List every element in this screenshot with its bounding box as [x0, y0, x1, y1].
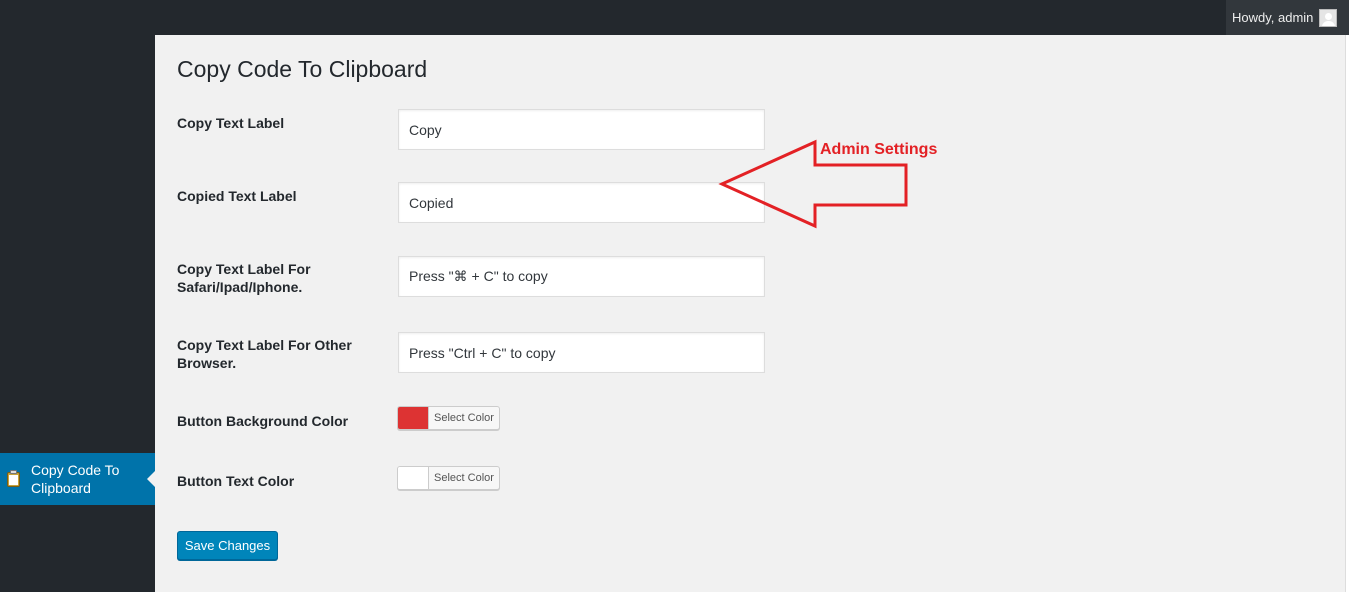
safari-label-input[interactable]	[398, 256, 765, 297]
sidebar-item-label: Copy Code To Clipboard	[31, 462, 120, 496]
current-menu-pointer	[147, 471, 155, 487]
other-browser-label-title: Copy Text Label For Other Browser.	[177, 337, 352, 371]
select-color-label: Select Color	[434, 472, 494, 484]
admin-bar: Howdy, admin	[0, 0, 1349, 35]
button-text-color-title: Button Text Color	[177, 473, 295, 489]
button-bg-color-title: Button Background Color	[177, 413, 349, 429]
howdy-greeting: Howdy, admin	[1232, 10, 1314, 25]
copy-text-label-title: Copy Text Label	[177, 115, 285, 131]
sidebar-item-copy-code-to-clipboard[interactable]: Copy Code To Clipboard	[0, 453, 155, 505]
safari-label-title: Copy Text Label For Safari/Ipad/Iphone.	[177, 261, 311, 295]
copied-text-label-title: Copied Text Label	[177, 188, 297, 204]
save-changes-button[interactable]: Save Changes	[177, 531, 278, 560]
main-content: Copy Code To Clipboard Copy Text Label C…	[155, 35, 1349, 592]
button-text-color-picker[interactable]: Select Color	[397, 466, 500, 490]
page-title: Copy Code To Clipboard	[177, 56, 428, 82]
copied-text-label-input[interactable]	[398, 182, 765, 223]
button-bg-color-picker[interactable]: Select Color	[397, 406, 500, 430]
admin-sidebar	[0, 35, 155, 592]
select-color-label: Select Color	[434, 412, 494, 424]
other-browser-label-input[interactable]	[398, 332, 765, 373]
copy-text-label-input[interactable]	[398, 109, 765, 150]
clipboard-icon	[6, 470, 22, 488]
color-swatch-white	[398, 467, 429, 489]
annotation-label: Admin Settings	[820, 141, 938, 158]
user-avatar-icon	[1319, 8, 1338, 27]
account-menu[interactable]: Howdy, admin	[1226, 0, 1349, 35]
color-swatch-red	[398, 407, 429, 429]
scrollbar-edge	[1345, 35, 1349, 592]
